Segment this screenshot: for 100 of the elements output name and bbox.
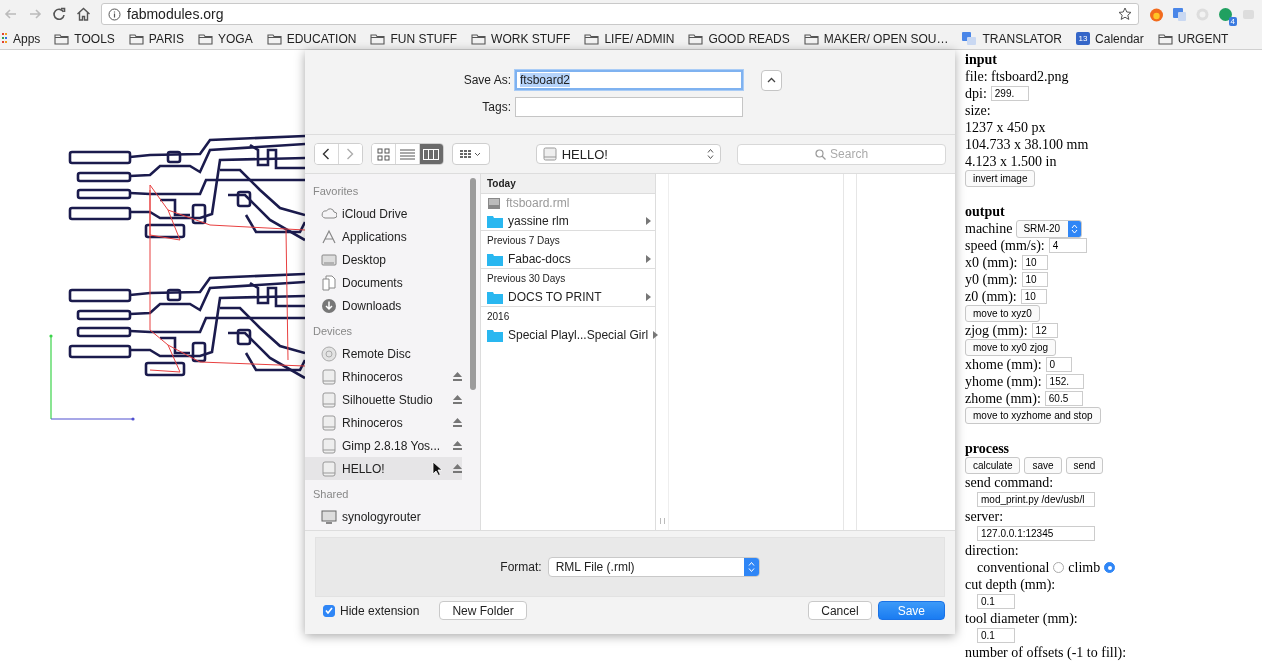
sidebar-item[interactable]: iCloud Drive bbox=[305, 202, 462, 225]
input-field[interactable]: 299. bbox=[990, 86, 1029, 101]
sidebar-item[interactable]: Documents bbox=[305, 271, 462, 294]
file-item[interactable]: Fabac-docs bbox=[481, 250, 655, 268]
section-heading: process bbox=[965, 440, 1011, 457]
bookmark[interactable]: 13 Calendar bbox=[1076, 31, 1144, 46]
input-field[interactable]: 12 bbox=[1031, 323, 1058, 338]
group-heading: Today bbox=[481, 174, 655, 194]
bookmark[interactable]: EDUCATION bbox=[266, 31, 357, 46]
view-button[interactable] bbox=[372, 144, 396, 164]
input-field[interactable]: 0.1 bbox=[977, 594, 1015, 609]
field-label: speed (mm/s): bbox=[965, 237, 1045, 254]
tags-field[interactable] bbox=[515, 96, 743, 117]
sidebar-item[interactable]: Silhouette Studio bbox=[305, 388, 462, 411]
sidebar-item[interactable]: synologyrouter bbox=[305, 505, 462, 528]
input-field[interactable]: 0.1 bbox=[977, 628, 1015, 643]
sidebar-item[interactable]: Rhinoceros bbox=[305, 365, 462, 388]
sidebar-item[interactable]: HELLO! bbox=[305, 457, 462, 480]
eject-icon[interactable] bbox=[453, 464, 462, 473]
bookmark[interactable]: GOOD READS bbox=[688, 31, 790, 46]
home-icon[interactable] bbox=[76, 7, 91, 21]
panel-button[interactable]: send bbox=[1065, 457, 1104, 474]
resize-handle[interactable] bbox=[659, 518, 665, 524]
view-button[interactable] bbox=[419, 144, 444, 164]
input-field[interactable]: 60.5 bbox=[1044, 391, 1083, 406]
address-bar[interactable]: fabmodules.org bbox=[101, 3, 1139, 25]
translate-icon[interactable] bbox=[1172, 6, 1187, 22]
panel-button[interactable]: invert image bbox=[965, 170, 1036, 187]
bookmark[interactable]: TRANSLATOR bbox=[962, 31, 1063, 46]
input-field[interactable]: 4 bbox=[1048, 238, 1087, 253]
radio-button[interactable] bbox=[1053, 562, 1065, 573]
sidebar-item[interactable]: Applications bbox=[305, 225, 462, 248]
checkbox[interactable] bbox=[323, 604, 335, 617]
bookmark[interactable]: LIFE/ ADMIN bbox=[584, 31, 675, 46]
drive-icon bbox=[321, 460, 337, 477]
panel-button[interactable]: move to xy0 zjog bbox=[965, 339, 1057, 356]
format-select[interactable]: RML File (.rml) bbox=[547, 557, 760, 577]
chevron-icon bbox=[346, 148, 355, 160]
bookmark[interactable]: WORK STUFF bbox=[471, 31, 571, 46]
url-text: fabmodules.org bbox=[127, 6, 225, 22]
file-icon bbox=[487, 196, 501, 210]
filename-field[interactable]: ftsboard2 bbox=[515, 70, 743, 90]
new-folder-button[interactable]: New Folder bbox=[439, 601, 527, 620]
sidebar-item[interactable]: Rhinoceros bbox=[305, 411, 462, 434]
eject-icon[interactable] bbox=[453, 372, 462, 381]
panel-button[interactable]: move to xyz0 bbox=[965, 305, 1040, 322]
bookmark[interactable]: TOOLS bbox=[54, 31, 115, 46]
expand-button[interactable] bbox=[761, 69, 782, 91]
input-field[interactable]: 10 bbox=[1020, 289, 1047, 304]
columns-icon bbox=[423, 147, 440, 161]
input-field[interactable]: 127.0.0.1:12345 bbox=[977, 526, 1095, 541]
input-field[interactable]: 152. bbox=[1045, 374, 1084, 389]
star-icon[interactable] bbox=[1118, 7, 1132, 21]
eject-icon[interactable] bbox=[453, 418, 462, 427]
disc-icon bbox=[321, 345, 337, 362]
chevron-icon bbox=[322, 148, 331, 160]
sidebar-item[interactable]: Desktop bbox=[305, 248, 462, 271]
file-item[interactable]: Special Playl...Special Girl bbox=[481, 326, 655, 344]
panel-text: send command: bbox=[965, 474, 1054, 491]
sidebar-item[interactable]: Remote Disc bbox=[305, 342, 462, 365]
bookmark[interactable]: MAKER/ OPEN SOU… bbox=[803, 31, 949, 46]
cancel-button[interactable]: Cancel bbox=[808, 601, 872, 620]
eject-icon[interactable] bbox=[453, 441, 462, 450]
arrange-button[interactable] bbox=[452, 143, 490, 165]
apps-icon bbox=[2, 32, 8, 45]
computer-icon bbox=[321, 508, 337, 525]
bookmark[interactable]: YOGA bbox=[197, 31, 253, 46]
field-label: z0 (mm): bbox=[965, 288, 1017, 305]
extension-icon[interactable] bbox=[1218, 6, 1233, 22]
input-field[interactable]: 0 bbox=[1045, 357, 1072, 372]
file-item[interactable]: DOCS TO PRINT bbox=[481, 288, 655, 306]
field-label: Format: bbox=[500, 560, 542, 574]
input-field[interactable]: 10 bbox=[1021, 272, 1048, 287]
reload-icon[interactable] bbox=[52, 7, 66, 21]
folder-icon bbox=[471, 32, 487, 45]
folder-icon bbox=[487, 214, 503, 228]
panel-button[interactable]: save bbox=[1024, 457, 1062, 474]
bookmark[interactable]: Apps bbox=[2, 31, 41, 46]
save-button[interactable]: Save bbox=[877, 601, 945, 620]
panel-button[interactable]: calculate bbox=[965, 457, 1021, 474]
input-field[interactable]: 10 bbox=[1021, 255, 1048, 270]
panel-button[interactable]: move to xyzhome and stop bbox=[965, 407, 1101, 424]
file-item[interactable]: yassine rlm bbox=[481, 212, 655, 230]
panel-text: cut depth (mm): bbox=[965, 576, 1056, 593]
machine-select[interactable]: SRM-20 bbox=[1016, 219, 1083, 238]
back-button[interactable] bbox=[315, 144, 339, 164]
input-field[interactable]: mod_print.py /dev/usb/l bbox=[977, 492, 1095, 507]
eject-icon[interactable] bbox=[453, 395, 462, 404]
bookmark[interactable]: PARIS bbox=[128, 31, 184, 46]
view-switcher[interactable] bbox=[371, 143, 445, 165]
radio-button[interactable] bbox=[1104, 562, 1116, 573]
calendar-icon: 13 bbox=[1076, 32, 1091, 45]
folder-icon bbox=[487, 252, 503, 266]
bookmark[interactable]: URGENT bbox=[1157, 31, 1229, 46]
bookmark[interactable]: FUN STUFF bbox=[370, 31, 458, 46]
location-popup[interactable]: HELLO! bbox=[535, 144, 722, 164]
scrollbar-thumb[interactable] bbox=[470, 178, 476, 390]
sidebar-item[interactable]: Gimp 2.8.18 Yos... bbox=[305, 434, 462, 457]
badge-count: 4 bbox=[1228, 16, 1237, 26]
sidebar-item[interactable]: Downloads bbox=[305, 294, 462, 317]
